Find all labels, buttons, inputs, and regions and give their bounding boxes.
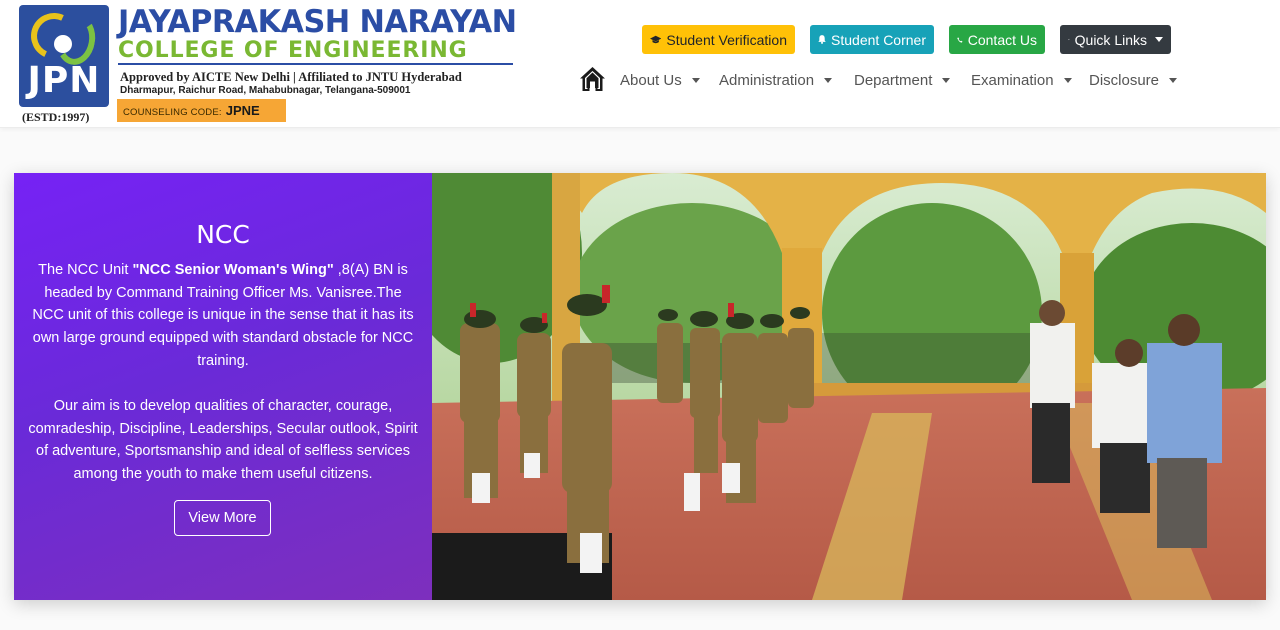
site-header: JPN (ESTD:1997) JAYAPRAKASH NARAYAN COLL…: [0, 0, 1280, 128]
ncc-aim-text: Our aim is to develop qualities of chara…: [28, 398, 418, 483]
ncc-hero-section: NCC The NCC Unit "NCC Senior Woman's Win…: [14, 173, 1266, 600]
nav-administration-label: Administration: [719, 72, 815, 89]
established-year: (ESTD:1997): [22, 110, 90, 124]
link-icon: [1068, 39, 1070, 40]
ncc-unit-name: "NCC Senior Woman's Wing": [132, 262, 334, 278]
quick-links-label: Quick Links: [1074, 31, 1147, 48]
ncc-title: NCC: [196, 220, 250, 249]
ncc-cadets-photo: [432, 173, 1266, 600]
nav-department-label: Department: [854, 72, 933, 89]
student-verification-label: Student Verification: [666, 31, 787, 48]
bell-icon: [818, 35, 826, 44]
chevron-down-icon: [1169, 78, 1178, 83]
counseling-code-badge: COUNSELING CODE: JPNE: [117, 99, 286, 122]
ncc-description-rest: ,8(A) BN is headed by Command Training O…: [32, 262, 414, 369]
college-logo[interactable]: JPN: [19, 5, 109, 107]
nav-disclosure-label: Disclosure: [1089, 72, 1160, 89]
ncc-info-panel: NCC The NCC Unit "NCC Senior Woman's Win…: [14, 173, 432, 600]
student-corner-button[interactable]: Student Corner: [810, 25, 934, 54]
nav-examination[interactable]: Examination: [971, 72, 1072, 89]
graduation-cap-icon: [650, 35, 662, 43]
chevron-down-icon: [1155, 37, 1163, 42]
counseling-label: COUNSELING CODE:: [123, 107, 222, 118]
chevron-down-icon: [942, 78, 951, 83]
quick-links-dropdown[interactable]: Quick Links: [1060, 25, 1171, 54]
title-underline: [118, 63, 513, 65]
student-corner-label: Student Corner: [831, 31, 926, 48]
counseling-code: JPNE: [225, 103, 260, 118]
chevron-down-icon: [824, 78, 833, 83]
ncc-description-prefix: The NCC Unit: [38, 262, 133, 278]
contact-us-button[interactable]: Contact Us: [949, 25, 1045, 54]
college-name-line2: COLLEGE OF ENGINEERING: [118, 38, 468, 63]
contact-us-label: Contact Us: [967, 31, 1037, 48]
chevron-down-icon: [691, 78, 700, 83]
view-more-button[interactable]: View More: [174, 500, 271, 536]
nav-about-us[interactable]: About Us: [620, 72, 700, 89]
student-verification-button[interactable]: Student Verification: [642, 25, 795, 54]
nav-examination-label: Examination: [971, 72, 1054, 89]
nav-department[interactable]: Department: [854, 72, 951, 89]
address-text: Dharmapur, Raichur Road, Mahabubnagar, T…: [120, 85, 411, 96]
college-name-line1: JAYAPRAKASH NARAYAN: [118, 4, 517, 40]
logo-text: JPN: [27, 60, 101, 101]
nav-disclosure[interactable]: Disclosure: [1089, 72, 1178, 89]
logo-dot: [54, 35, 72, 53]
chevron-down-icon: [1063, 78, 1072, 83]
phone-icon: [957, 36, 963, 43]
nav-about-us-label: About Us: [620, 72, 682, 89]
home-icon[interactable]: [579, 66, 606, 92]
approval-text: Approved by AICTE New Delhi | Affiliated…: [120, 70, 462, 84]
ncc-description: The NCC Unit "NCC Senior Woman's Wing" ,…: [28, 259, 418, 373]
nav-administration[interactable]: Administration: [719, 72, 833, 89]
